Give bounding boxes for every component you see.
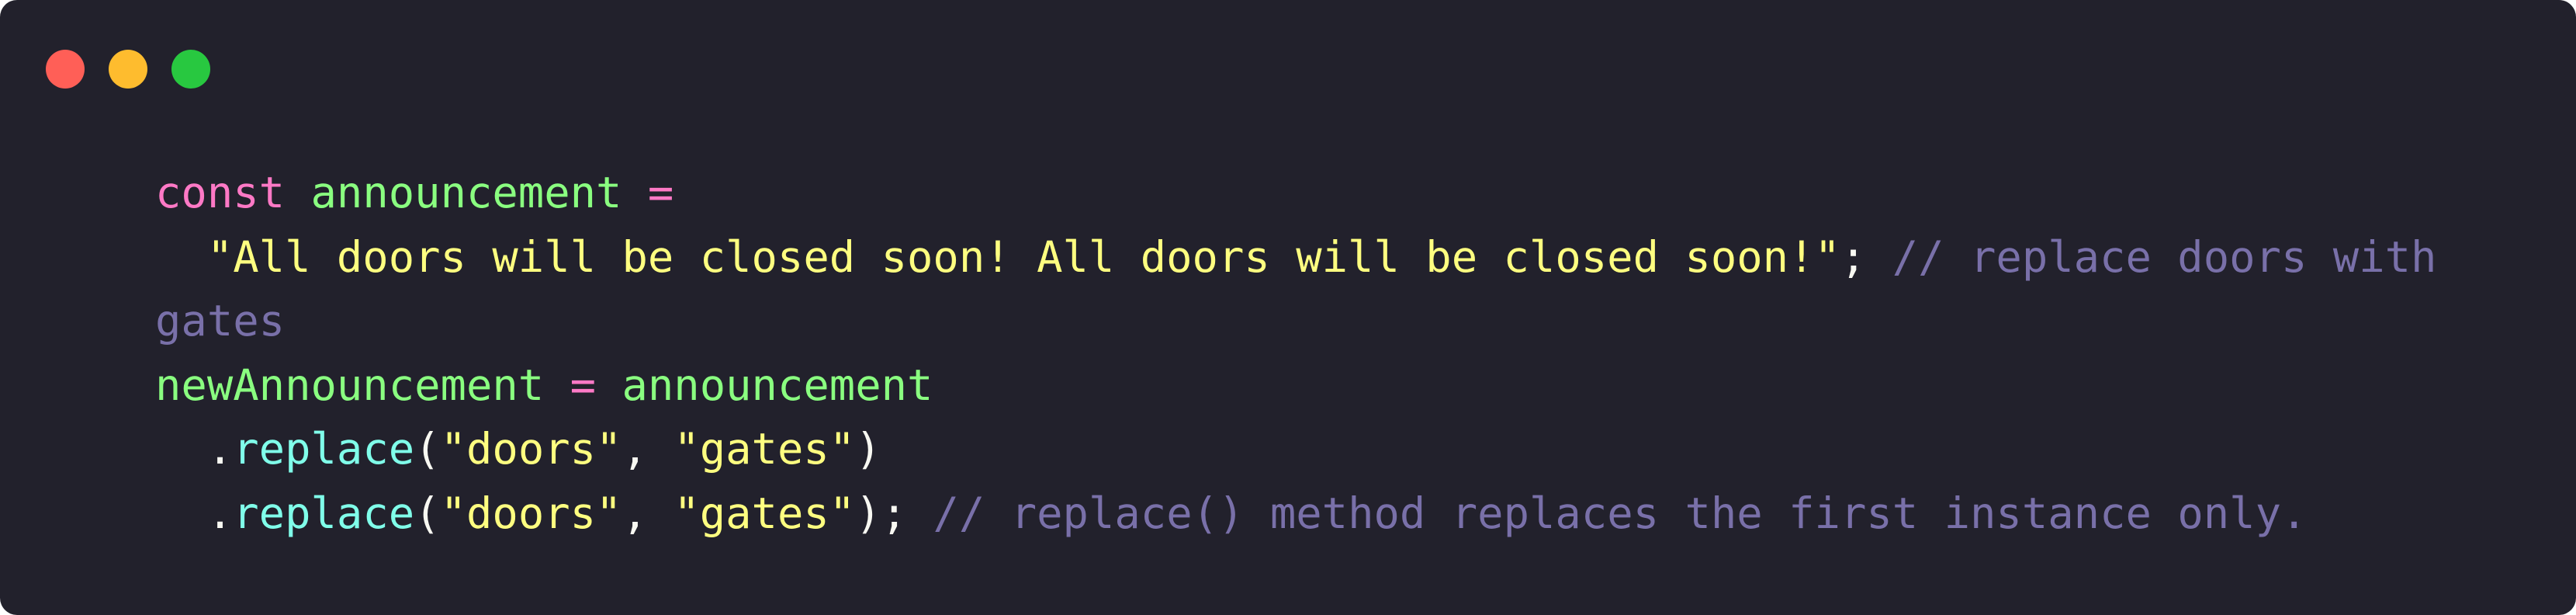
code-line-2: "All doors will be closed soon! All door… [155,226,2437,290]
variable-announcement-ref: announcement [621,360,933,411]
open-paren: ( [414,488,441,539]
comment-replace-method: // replace() method replaces the first i… [933,488,2308,539]
maximize-window-button[interactable] [171,50,210,89]
variable-announcement: announcement [310,168,622,218]
close-window-button[interactable] [46,50,85,89]
method-replace: replace [233,424,415,474]
dot: . [206,488,234,539]
code-line-1: const announcement = [155,162,2436,226]
variable-newAnnouncement: newAnnouncement [155,360,545,411]
assign-operator: = [570,360,597,411]
dot: . [206,424,234,474]
semicolon: ; [1840,231,1867,283]
announcement-string: "All doors will be closed soon! All door… [206,231,1840,283]
comma: , [621,424,674,474]
assign-operator: = [647,168,674,218]
argument-gates: "gates" [673,424,856,474]
window-controls [46,50,210,89]
code-block: const announcement = "All doors will be … [155,162,2436,546]
argument-gates: "gates" [673,488,856,539]
code-line-5: .replace("doors", "gates") [155,418,2436,482]
close-paren-semicolon: ); [855,488,908,539]
method-replace: replace [233,488,415,539]
keyword-const: const [155,168,286,218]
close-paren: ) [855,424,881,474]
code-line-3: gates [155,290,2436,354]
minimize-window-button[interactable] [109,50,147,89]
argument-doors: "doors" [440,424,622,474]
comma: , [621,488,674,539]
open-paren: ( [414,424,441,474]
code-window: const announcement = "All doors will be … [0,0,2576,615]
comment-replace-doors: // replace doors with [1892,231,2437,283]
code-line-6: .replace("doors", "gates"); // replace()… [155,482,2436,547]
argument-doors: "doors" [440,488,622,539]
comment-continuation: gates [155,296,286,346]
code-line-4: newAnnouncement = announcement [155,354,2436,419]
